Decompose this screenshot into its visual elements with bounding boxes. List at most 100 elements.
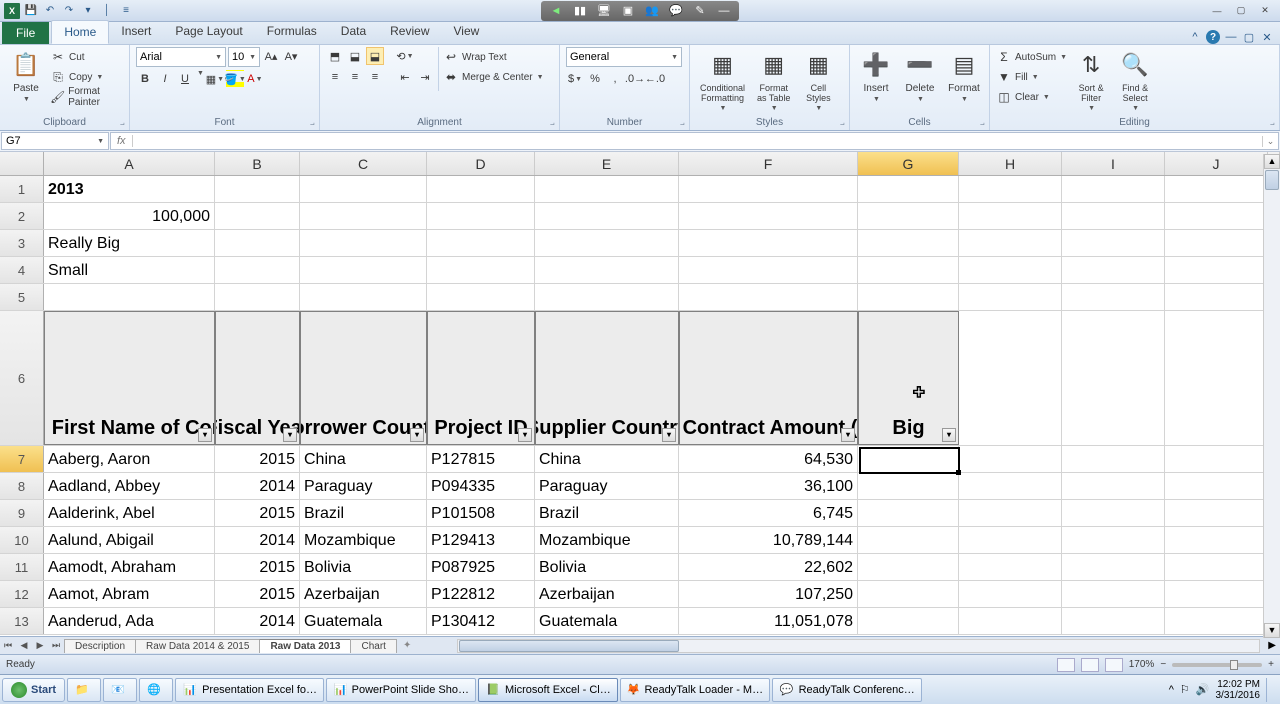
select-all-corner[interactable] — [0, 152, 44, 175]
cell[interactable] — [427, 284, 535, 310]
cell[interactable] — [858, 608, 959, 634]
cell[interactable] — [535, 230, 679, 256]
cell[interactable]: 10,789,144 — [679, 527, 858, 553]
hscroll-thumb[interactable] — [459, 640, 679, 652]
cell[interactable] — [1062, 230, 1165, 256]
cell[interactable] — [858, 473, 959, 499]
rec-pause-icon[interactable]: ▮▮ — [571, 3, 589, 19]
italic-button[interactable]: I — [156, 70, 174, 88]
row-header[interactable]: 7 — [0, 446, 44, 472]
tray-flag-icon[interactable]: ⚐ — [1180, 683, 1190, 696]
align-top-icon[interactable]: ⬒ — [326, 47, 344, 65]
cell[interactable]: Small — [44, 257, 215, 283]
cell[interactable]: Paraguay — [535, 473, 679, 499]
fx-icon[interactable]: fx — [111, 135, 133, 147]
cell[interactable] — [535, 284, 679, 310]
row-header[interactable]: 10 — [0, 527, 44, 553]
cell[interactable] — [215, 284, 300, 310]
cell[interactable]: 2013 — [44, 176, 215, 202]
cell[interactable] — [679, 257, 858, 283]
col-header-D[interactable]: D — [427, 152, 535, 175]
rec-back-icon[interactable]: ◄ — [547, 3, 565, 19]
doc-min-icon[interactable]: — — [1224, 30, 1238, 44]
align-left-icon[interactable]: ≡ — [326, 68, 344, 86]
cell[interactable] — [535, 257, 679, 283]
scroll-thumb[interactable] — [1265, 170, 1279, 190]
maximize-button[interactable]: ▢ — [1230, 4, 1252, 18]
align-right-icon[interactable]: ≡ — [366, 68, 384, 86]
cell[interactable]: Azerbaijan — [535, 581, 679, 607]
cell[interactable]: Bolivia — [300, 554, 427, 580]
cell[interactable] — [427, 176, 535, 202]
row-header[interactable]: 3 — [0, 230, 44, 256]
cell[interactable]: 2015 — [215, 581, 300, 607]
cell[interactable] — [858, 446, 959, 472]
worksheet[interactable]: A B C D E F G H I J 1 2013 2 100,000 3 R… — [0, 152, 1280, 636]
cell[interactable]: Brazil — [535, 500, 679, 526]
taskbar-item[interactable]: 💬ReadyTalk Conferenc… — [772, 678, 922, 702]
cell[interactable]: Aamot, Abram — [44, 581, 215, 607]
cut-button[interactable]: ✂Cut — [50, 47, 123, 67]
cell[interactable]: Mozambique — [535, 527, 679, 553]
delete-button[interactable]: ➖Delete▼ — [900, 47, 940, 105]
cell[interactable]: P130412 — [427, 608, 535, 634]
header-big[interactable]: Big▾ — [858, 311, 959, 445]
border-button[interactable]: ▦▼ — [206, 70, 224, 88]
row-header[interactable]: 13 — [0, 608, 44, 634]
row-header[interactable]: 6 — [0, 311, 44, 445]
cell[interactable] — [427, 257, 535, 283]
rec-monitor-icon[interactable]: 🖥 — [595, 3, 613, 19]
cell[interactable]: P122812 — [427, 581, 535, 607]
cell[interactable]: Aaberg, Aaron — [44, 446, 215, 472]
decrease-indent-icon[interactable]: ⇤ — [396, 68, 414, 86]
cell[interactable] — [427, 230, 535, 256]
tab-home[interactable]: Home — [51, 20, 109, 44]
cell[interactable]: Aadland, Abbey — [44, 473, 215, 499]
cell[interactable] — [1165, 230, 1268, 256]
cell[interactable]: Aalderink, Abel — [44, 500, 215, 526]
cell[interactable] — [1062, 284, 1165, 310]
cell[interactable] — [300, 284, 427, 310]
redo-button[interactable]: ↷ — [61, 3, 77, 19]
align-bottom-icon[interactable]: ⬓ — [366, 47, 384, 65]
cell[interactable] — [1165, 257, 1268, 283]
cell[interactable] — [679, 203, 858, 229]
cell[interactable] — [1062, 500, 1165, 526]
cell[interactable] — [1165, 473, 1268, 499]
cell[interactable] — [959, 446, 1062, 472]
col-header-E[interactable]: E — [535, 152, 679, 175]
cell[interactable]: Aamodt, Abraham — [44, 554, 215, 580]
header-project[interactable]: Project ID▾ — [427, 311, 535, 445]
cell[interactable] — [535, 203, 679, 229]
qat-more-icon[interactable]: ▾ — [80, 3, 96, 19]
doc-max-icon[interactable]: ▢ — [1242, 30, 1256, 44]
cell[interactable] — [959, 554, 1062, 580]
row-header[interactable]: 4 — [0, 257, 44, 283]
decrease-font-icon[interactable]: A▾ — [282, 47, 300, 65]
row-header[interactable]: 2 — [0, 203, 44, 229]
tab-review[interactable]: Review — [378, 20, 441, 44]
orientation-icon[interactable]: ⟲▼ — [396, 47, 414, 65]
name-box[interactable]: G7▼ — [1, 132, 109, 150]
cell[interactable] — [858, 500, 959, 526]
cell[interactable] — [1062, 473, 1165, 499]
row-header[interactable]: 11 — [0, 554, 44, 580]
cell[interactable] — [959, 230, 1062, 256]
cell[interactable] — [535, 176, 679, 202]
cell[interactable] — [679, 176, 858, 202]
align-center-icon[interactable]: ≡ — [346, 68, 364, 86]
cell[interactable] — [858, 176, 959, 202]
cell[interactable] — [959, 581, 1062, 607]
cell[interactable] — [959, 473, 1062, 499]
tab-first-icon[interactable]: ⏮ — [0, 640, 16, 651]
col-header-G[interactable]: G — [858, 152, 959, 175]
number-format-select[interactable]: General▼ — [566, 47, 682, 67]
cell[interactable] — [959, 500, 1062, 526]
rec-minimize-icon[interactable]: — — [715, 3, 733, 19]
cell[interactable] — [1165, 284, 1268, 310]
expand-formula-icon[interactable]: ⌄ — [1262, 136, 1278, 147]
header-borrower[interactable]: Borrower Country▾ — [300, 311, 427, 445]
rec-users-icon[interactable]: 👥 — [643, 3, 661, 19]
cell[interactable] — [1165, 500, 1268, 526]
header-contact[interactable]: Last, First Name of Contact▾ — [44, 311, 215, 445]
